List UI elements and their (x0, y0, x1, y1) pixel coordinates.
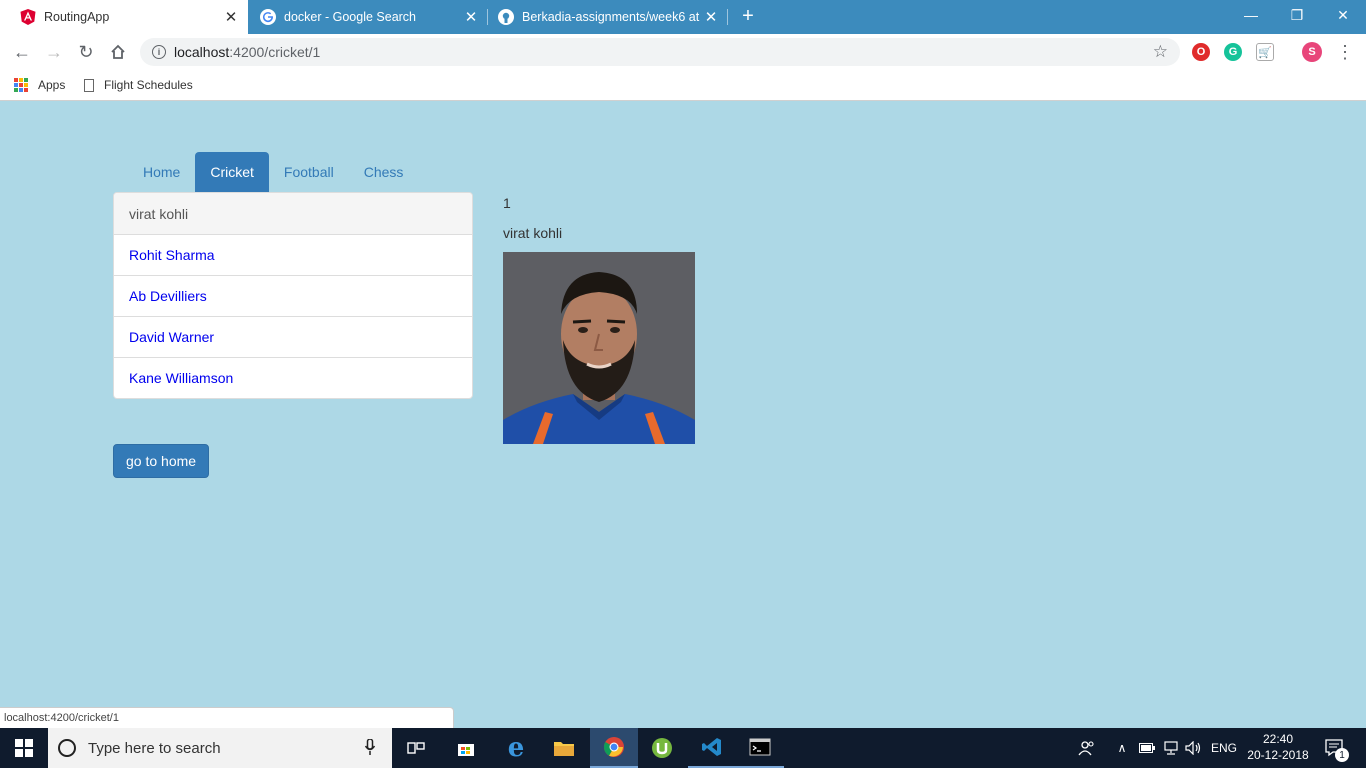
clock-date: 20-12-2018 (1247, 748, 1309, 762)
tab-home[interactable]: Home (128, 152, 195, 192)
player-list: virat kohli Rohit Sharma Ab Devilliers D… (113, 192, 473, 399)
notification-count-badge: 1 (1335, 748, 1349, 762)
utorrent-icon[interactable] (638, 728, 686, 768)
microphone-icon[interactable] (360, 737, 380, 758)
flight-schedules-bookmark[interactable]: Flight Schedules (84, 76, 193, 94)
tab-title: RoutingApp (44, 10, 110, 24)
restore-icon[interactable]: ❐ (1274, 0, 1320, 30)
go-to-home-button[interactable]: go to home (113, 444, 210, 478)
back-icon[interactable]: ← (8, 38, 36, 66)
status-bar-url: localhost:4200/cricket/1 (0, 707, 454, 728)
opera-extension-icon[interactable]: O (1192, 43, 1210, 61)
cortana-icon (58, 739, 76, 757)
flight-schedules-label: Flight Schedules (104, 78, 193, 92)
player-photo (503, 252, 695, 444)
sports-nav-tabs: Home Cricket Football Chess (128, 152, 418, 192)
tab-chess[interactable]: Chess (349, 152, 419, 192)
grammarly-extension-icon[interactable]: G (1224, 43, 1242, 61)
minimize-icon[interactable]: — (1228, 0, 1274, 30)
apps-label: Apps (38, 78, 66, 92)
network-icon[interactable] (1160, 728, 1182, 768)
edge-icon[interactable]: e (492, 728, 540, 768)
browser-toolbar: ← → ↻ i localhost:4200/cricket/1 ☆ O G 🛒… (0, 34, 1366, 70)
store-icon[interactable] (442, 728, 490, 768)
file-explorer-icon[interactable] (540, 728, 588, 768)
vscode-icon[interactable] (688, 728, 736, 768)
people-icon[interactable] (1076, 728, 1098, 768)
tab-title: docker - Google Search (284, 10, 417, 24)
angular-icon (20, 9, 36, 25)
tab-routingapp[interactable]: RoutingApp ✕ (0, 0, 248, 34)
address-url: localhost:4200/cricket/1 (174, 44, 321, 60)
tab-football[interactable]: Football (269, 152, 349, 192)
player-name: virat kohli (503, 225, 563, 241)
tab-github[interactable]: Berkadia-assignments/week6 at ✕ (488, 0, 728, 34)
tab-title: Berkadia-assignments/week6 at (522, 10, 700, 24)
apps-grid-icon (14, 78, 28, 92)
windows-start-icon[interactable] (0, 728, 48, 768)
address-bar[interactable]: i localhost:4200/cricket/1 ☆ (140, 38, 1180, 66)
windows-taskbar: Type here to search e ∧ ENG 22:40 20-12-… (0, 728, 1366, 768)
clock-time: 22:40 (1262, 732, 1294, 746)
tab-cricket[interactable]: Cricket (195, 152, 269, 192)
close-tab-icon[interactable]: ✕ (222, 8, 240, 26)
taskbar-search-box[interactable]: Type here to search (48, 728, 392, 768)
forward-icon[interactable]: → (40, 38, 68, 66)
chevron-up-icon[interactable]: ∧ (1114, 728, 1130, 768)
notification-center-icon[interactable]: 1 (1320, 728, 1350, 768)
volume-icon[interactable] (1184, 728, 1204, 768)
github-icon (498, 9, 514, 25)
player-item-ab-devilliers[interactable]: Ab Devilliers (114, 275, 472, 316)
google-icon (260, 9, 276, 25)
clock[interactable]: 22:40 20-12-2018 (1242, 731, 1314, 763)
player-item-virat-kohli[interactable]: virat kohli (114, 193, 472, 234)
battery-icon[interactable] (1138, 728, 1156, 768)
home-icon[interactable] (104, 38, 132, 66)
chrome-menu-icon[interactable]: ⋮ (1335, 40, 1355, 64)
page-icon (84, 78, 94, 92)
page-content: Home Cricket Football Chess virat kohli … (0, 102, 1366, 728)
cart-extension-icon[interactable]: 🛒 (1256, 43, 1274, 61)
player-item-rohit-sharma[interactable]: Rohit Sharma (114, 234, 472, 275)
close-tab-icon[interactable]: ✕ (702, 8, 720, 26)
apps-bookmark[interactable]: Apps (14, 76, 65, 94)
browser-tab-strip: RoutingApp ✕ docker - Google Search ✕ Be… (0, 0, 1366, 34)
new-tab-icon[interactable]: + (737, 5, 759, 27)
bookmark-star-icon[interactable]: ☆ (1153, 42, 1168, 62)
player-id: 1 (503, 195, 511, 211)
player-item-david-warner[interactable]: David Warner (114, 316, 472, 357)
tab-docker-search[interactable]: docker - Google Search ✕ (248, 0, 488, 34)
close-window-icon[interactable]: ✕ (1320, 0, 1366, 30)
chrome-taskbar-icon[interactable] (590, 728, 638, 768)
language-indicator[interactable]: ENG (1208, 728, 1240, 768)
search-placeholder: Type here to search (88, 739, 221, 757)
player-item-kane-williamson[interactable]: Kane Williamson (114, 357, 472, 398)
terminal-icon[interactable] (736, 728, 784, 768)
close-tab-icon[interactable]: ✕ (462, 8, 480, 26)
reload-icon[interactable]: ↻ (72, 38, 100, 66)
profile-avatar[interactable]: S (1302, 42, 1322, 62)
info-icon[interactable]: i (152, 45, 166, 59)
task-view-icon[interactable] (392, 728, 440, 768)
bookmarks-bar: Apps Flight Schedules (0, 70, 1366, 101)
tab-separator (727, 9, 728, 25)
